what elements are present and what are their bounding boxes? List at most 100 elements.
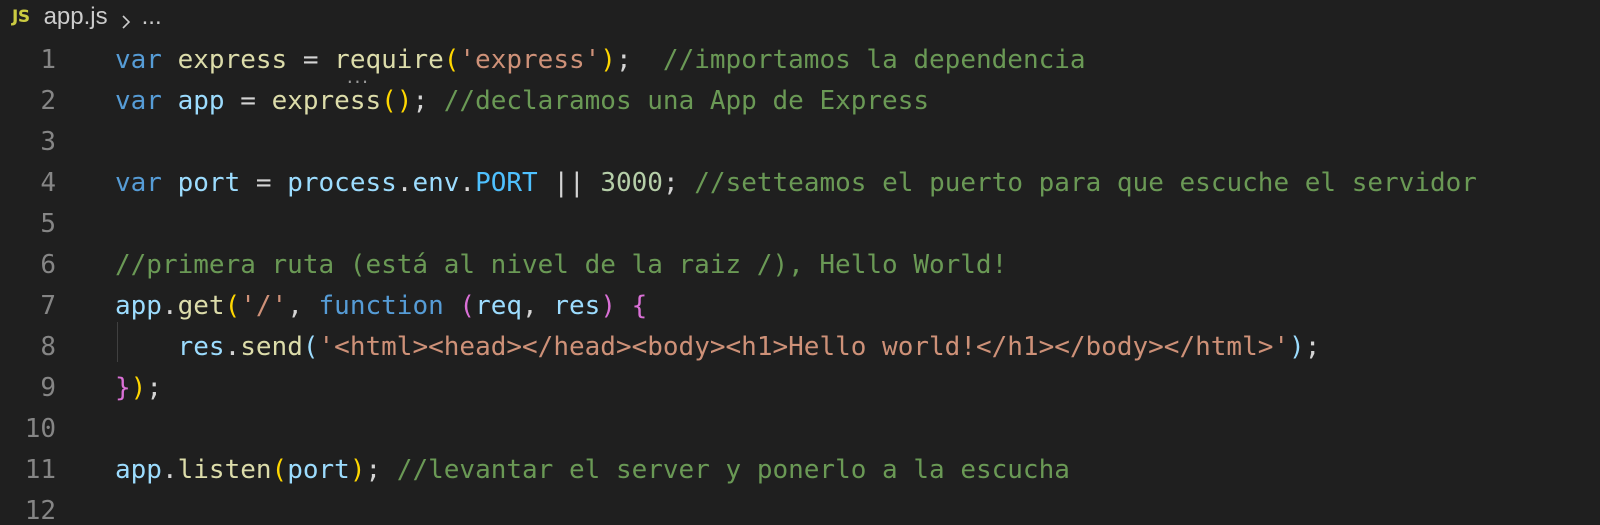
line-source[interactable]: var express = require('express'); //impo…: [115, 40, 1086, 81]
code-line[interactable]: 11 app.listen(port); //levantar el server…: [0, 450, 1600, 491]
code-line[interactable]: 4 var port = process.env.PORT || 3000; //…: [0, 163, 1600, 204]
line-source[interactable]: app.get('/', function (req, res) {: [115, 286, 647, 327]
line-number: 6: [40, 250, 56, 280]
code-token: process: [287, 168, 397, 198]
code-line[interactable]: 5: [0, 204, 1600, 245]
code-token: .: [161, 455, 178, 485]
code-token: (: [443, 45, 460, 75]
line-source[interactable]: app.listen(port); //levantar el server y…: [115, 450, 1070, 491]
code-token: ,: [522, 291, 554, 321]
line-number: 8: [40, 332, 56, 362]
line-source[interactable]: //primera ruta (está al nivel de la raiz…: [115, 245, 1007, 286]
code-token: PORT: [475, 168, 538, 198]
code-token: ;: [615, 45, 663, 75]
line-number: 2: [40, 86, 56, 116]
indent-guide: [117, 322, 118, 362]
code-area[interactable]: 1 var express = require('express'); //imp…: [0, 40, 1600, 525]
code-token: function: [318, 291, 444, 321]
code-line[interactable]: 7 app.get('/', function (req, res) {: [0, 286, 1600, 327]
code-token: .: [161, 291, 178, 321]
code-token: ): [130, 373, 147, 403]
code-token: ;: [146, 373, 162, 403]
line-source[interactable]: });: [115, 368, 162, 409]
code-line[interactable]: 8 res.send('<html><head></head><body><h1…: [0, 327, 1600, 368]
code-token: }: [115, 373, 131, 403]
line-source[interactable]: var port = process.env.PORT || 3000; //s…: [115, 163, 1477, 204]
code-token: port: [287, 455, 350, 485]
code-token: var: [115, 86, 162, 116]
code-token: ;: [412, 86, 444, 116]
code-token: ;: [1304, 332, 1321, 362]
code-line[interactable]: 9});: [0, 368, 1600, 409]
line-source[interactable]: res.send('<html><head></head><body><h1>H…: [115, 327, 1321, 368]
code-token: req: [475, 291, 523, 321]
code-token: =: [224, 86, 272, 116]
code-line[interactable]: 1 var express = require('express'); //imp…: [0, 40, 1600, 81]
line-number: 11: [24, 455, 56, 485]
code-token: ,: [287, 291, 319, 321]
code-token: 3000: [600, 168, 663, 198]
code-token: {: [631, 291, 648, 321]
code-token: =: [240, 168, 288, 198]
code-token: ||: [537, 168, 601, 198]
code-token: 'express': [459, 45, 601, 75]
code-token: get: [177, 291, 225, 321]
code-token: app: [115, 291, 162, 321]
line-number: 1: [40, 45, 56, 75]
code-token: var: [115, 168, 162, 198]
hint-marker[interactable]: ...: [345, 70, 370, 86]
code-token: app: [177, 86, 225, 116]
line-number: 3: [40, 127, 56, 157]
code-token: (: [459, 291, 476, 321]
code-token: .: [459, 168, 476, 198]
code-token: //setteamos el puerto para que escuche e…: [694, 168, 1477, 198]
javascript-file-icon: JS: [12, 7, 30, 27]
code-token: .: [396, 168, 413, 198]
code-token: ;: [365, 455, 397, 485]
breadcrumb: JS app.js ...: [0, 0, 162, 34]
breadcrumb-symbols[interactable]: ...: [142, 3, 162, 31]
code-token: (: [224, 291, 241, 321]
code-token: '/': [240, 291, 288, 321]
line-number: 7: [40, 291, 56, 321]
line-number: 12: [24, 496, 56, 525]
code-token: ): [349, 455, 366, 485]
code-editor[interactable]: JS app.js ... 1 var express = require('ex…: [0, 0, 1600, 525]
code-token: ): [600, 45, 616, 75]
line-number: 9: [40, 373, 56, 403]
line-number: 10: [24, 414, 56, 444]
code-token: .: [224, 332, 241, 362]
code-line[interactable]: 3: [0, 122, 1600, 163]
code-token: =: [287, 45, 335, 75]
code-token: res: [553, 291, 601, 321]
code-line[interactable]: 12: [0, 491, 1600, 525]
code-token: //importamos la dependencia: [662, 45, 1086, 75]
code-token: send: [240, 332, 303, 362]
code-token: app: [115, 455, 162, 485]
code-token: env: [412, 168, 460, 198]
code-token: ): [1289, 332, 1305, 362]
code-line[interactable]: 10: [0, 409, 1600, 450]
code-token: express: [271, 86, 382, 116]
line-source[interactable]: var app = express(); //declaramos una Ap…: [115, 81, 929, 122]
code-token: port: [177, 168, 241, 198]
chevron-right-icon: [118, 9, 134, 29]
code-token: express: [177, 45, 288, 75]
code-token: res: [177, 332, 225, 362]
code-line[interactable]: 6 //primera ruta (está al nivel de la rai…: [0, 245, 1600, 286]
line-number: 4: [40, 168, 56, 198]
code-line[interactable]: 2 var app = express(); //declaramos una A…: [0, 81, 1600, 122]
code-token: listen: [177, 455, 272, 485]
code-token: '<html><head></head><body><h1>Hello worl…: [318, 332, 1290, 362]
code-token: var: [115, 45, 162, 75]
code-token: //levantar el server y ponerlo a la escu…: [396, 455, 1070, 485]
code-token: //declaramos una App de Express: [443, 86, 930, 116]
breadcrumb-file[interactable]: app.js: [44, 3, 108, 31]
code-token: ;: [662, 168, 695, 198]
code-token: (): [381, 86, 413, 116]
